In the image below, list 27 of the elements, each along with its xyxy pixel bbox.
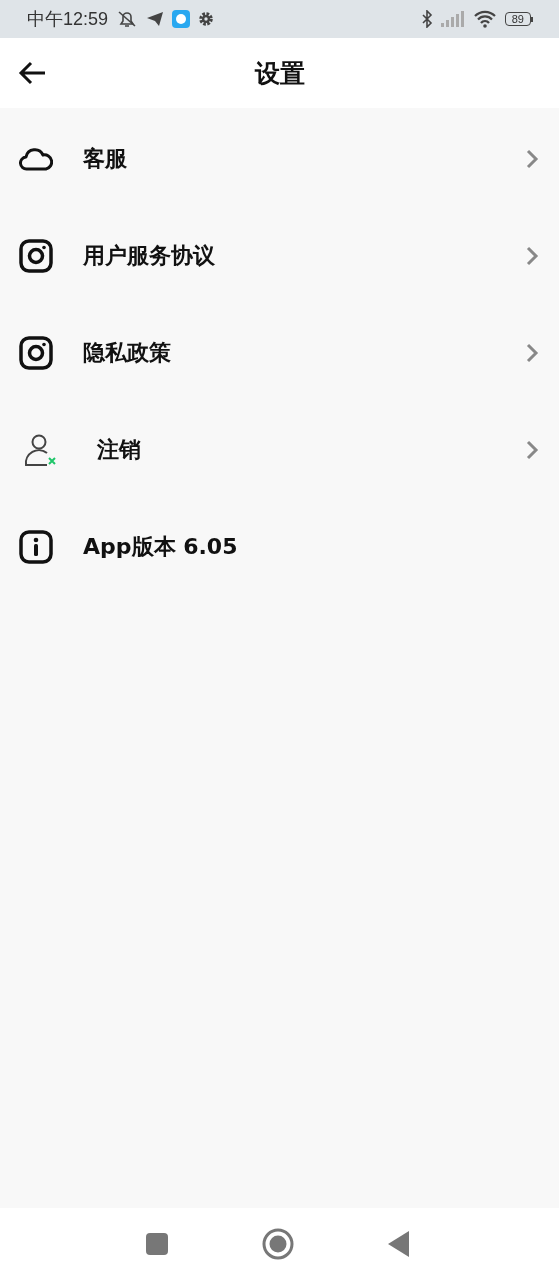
camera-icon [19,335,53,370]
cloud-icon [19,145,53,172]
settings-item[interactable]: 注销 [0,401,559,498]
battery-icon: 89 [504,12,533,26]
signal-icon [440,11,465,27]
status-time: 中午12:59 [27,8,109,31]
settings-item[interactable]: 客服 [0,110,559,207]
settings-item[interactable]: App版本 6.05 [0,498,559,595]
page-title: 设置 [254,57,305,90]
settings-item[interactable]: 隐私政策 [0,304,559,401]
app-icon [172,10,191,28]
triangle-back-icon [387,1231,410,1257]
gear-icon [198,11,215,27]
home-button[interactable] [261,1228,294,1260]
square-icon [145,1233,168,1255]
info-icon [19,529,53,564]
recents-button[interactable] [145,1233,168,1255]
back-arrow-icon [18,60,46,86]
back-nav-button[interactable] [387,1231,410,1257]
bluetooth-icon [420,10,433,28]
back-button[interactable] [18,60,46,86]
paper-plane-icon [146,11,165,27]
remove-user-icon [22,432,58,467]
camera-icon [19,238,53,273]
settings-item[interactable]: 用户服务协议 [0,207,559,304]
home-circle-icon [261,1228,294,1260]
wifi-icon [472,10,497,28]
